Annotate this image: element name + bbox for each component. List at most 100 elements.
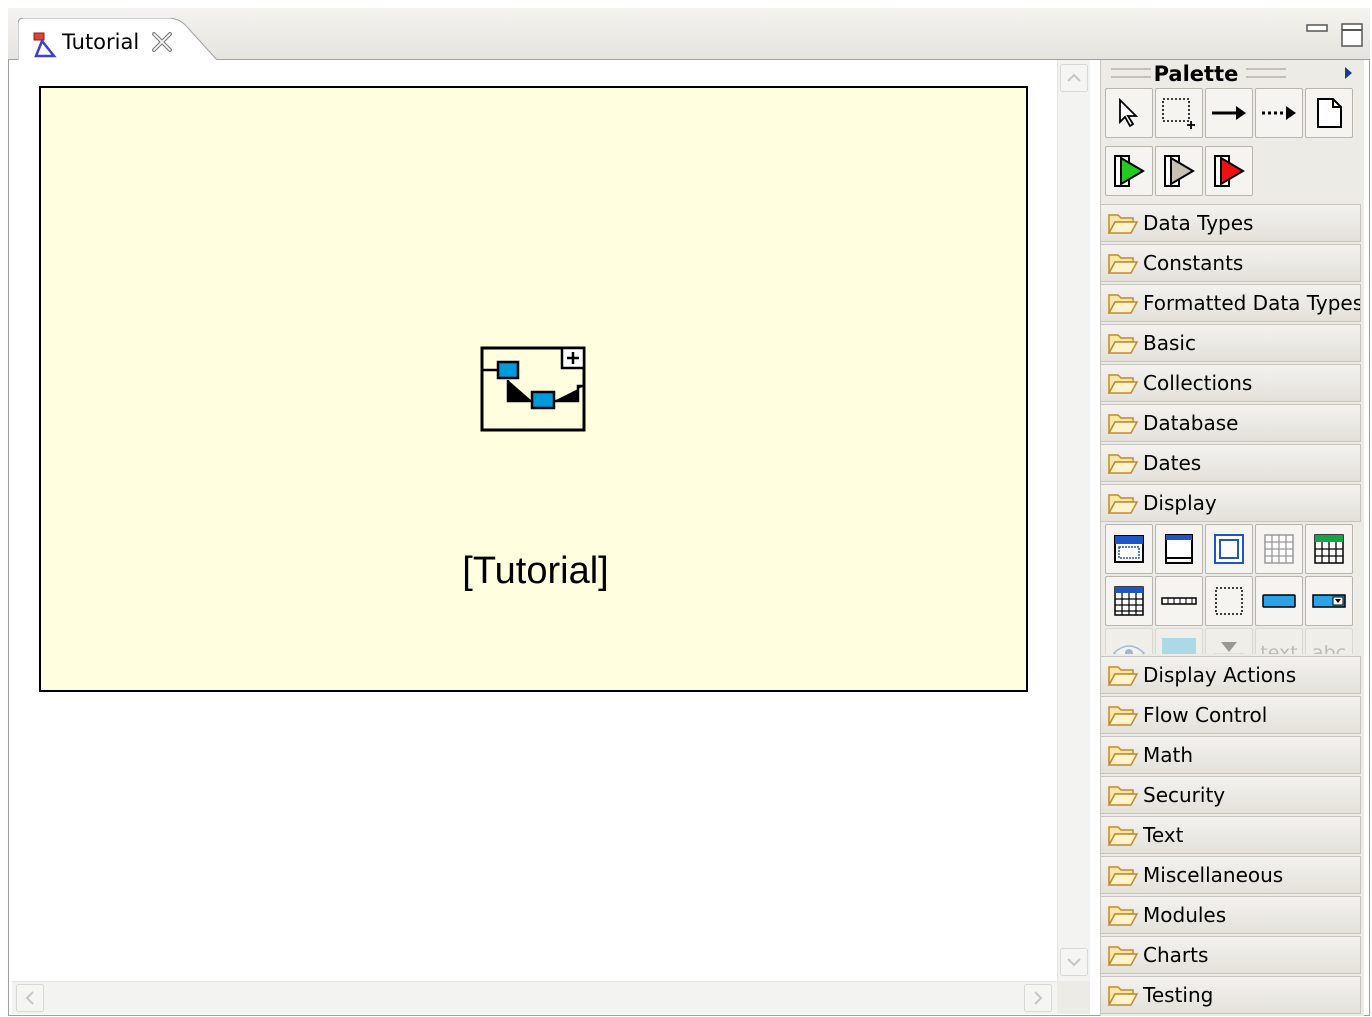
drawer-label: Display	[1143, 491, 1217, 515]
marquee-tool-button[interactable]	[1155, 88, 1203, 138]
dropdown-tool-button[interactable]	[1305, 576, 1353, 626]
drawer-display-actions[interactable]: Display Actions	[1101, 656, 1361, 694]
drawer-data-types[interactable]: Data Types	[1101, 204, 1361, 242]
folder-icon	[1107, 666, 1139, 686]
window-icon	[1114, 535, 1144, 563]
folder-icon	[1107, 414, 1139, 434]
chevron-down-icon	[1067, 958, 1081, 967]
drawer-basic[interactable]: Basic	[1101, 324, 1361, 362]
drawer-label: Basic	[1143, 331, 1196, 355]
drawer-database[interactable]: Database	[1101, 404, 1361, 442]
abc-tool-label: abc	[1311, 642, 1347, 654]
close-icon[interactable]	[150, 30, 174, 54]
drawer-text[interactable]: Text	[1101, 816, 1361, 854]
text-tool-button[interactable]: text	[1255, 628, 1303, 654]
drawer-display[interactable]: Display	[1101, 484, 1361, 522]
collapse-arrow-icon[interactable]	[1342, 65, 1354, 81]
folder-icon	[1107, 946, 1139, 966]
tab-tutorial[interactable]: Tutorial	[18, 18, 218, 61]
dotted-connection-icon	[1262, 106, 1296, 120]
label-dropdown-tool-button[interactable]	[1205, 628, 1253, 654]
eye-tool-button[interactable]	[1105, 628, 1153, 654]
drawer-math[interactable]: Math	[1101, 736, 1361, 774]
table-grid-tool-button[interactable]	[1105, 576, 1153, 626]
drawer-security[interactable]: Security	[1101, 776, 1361, 814]
frame-icon	[1165, 534, 1193, 564]
palette: Palette Data Types Constants Formatted D…	[1100, 60, 1364, 1016]
frame-tool-button[interactable]	[1155, 524, 1203, 574]
grid-tool-button[interactable]	[1255, 524, 1303, 574]
drawer-label: Collections	[1143, 371, 1253, 395]
drawer-testing[interactable]: Testing	[1101, 976, 1361, 1014]
drawer-label: Math	[1143, 743, 1194, 767]
folder-icon	[1107, 494, 1139, 514]
dotted-box-icon	[1215, 587, 1243, 615]
select-tool-button[interactable]	[1105, 88, 1153, 138]
scroll-up-button[interactable]	[1060, 64, 1088, 92]
button-tool-button[interactable]	[1255, 576, 1303, 626]
table-icon	[1314, 534, 1344, 564]
scroll-down-button[interactable]	[1060, 948, 1088, 976]
chevron-up-icon	[1067, 73, 1081, 82]
folder-icon	[1107, 254, 1139, 274]
drawer-label: Dates	[1143, 451, 1202, 475]
editor-tab-strip: Tutorial	[8, 8, 1370, 61]
display-tools-row-partial: text abc	[1105, 628, 1353, 654]
folder-icon	[1107, 866, 1139, 886]
folder-icon	[1107, 334, 1139, 354]
horizontal-scrollbar[interactable]	[12, 981, 1057, 1014]
drawer-miscellaneous[interactable]: Miscellaneous	[1101, 856, 1361, 894]
drawer-label: Flow Control	[1143, 703, 1268, 727]
scroll-left-button[interactable]	[16, 984, 44, 1012]
grid-icon	[1264, 534, 1294, 564]
folder-icon	[1107, 826, 1139, 846]
drawer-label: Text	[1143, 823, 1184, 847]
palette-header[interactable]: Palette	[1101, 60, 1365, 88]
table-grid-icon	[1114, 586, 1144, 616]
note-tool-button[interactable]	[1305, 88, 1353, 138]
grip-right	[1246, 68, 1286, 78]
window-tool-button[interactable]	[1105, 524, 1153, 574]
folder-icon	[1107, 294, 1139, 314]
drawer-collections[interactable]: Collections	[1101, 364, 1361, 402]
chevron-right-icon	[1034, 991, 1043, 1005]
solid-connection-icon	[1212, 106, 1246, 120]
scroll-right-button[interactable]	[1024, 984, 1052, 1012]
drawer-formatted-data-types[interactable]: Formatted Data Types	[1101, 284, 1361, 322]
drawer-constants[interactable]: Constants	[1101, 244, 1361, 282]
table-tool-button[interactable]	[1305, 524, 1353, 574]
drawer-label: Miscellaneous	[1143, 863, 1284, 887]
eye-icon	[1112, 645, 1146, 654]
maximize-icon[interactable]	[1340, 22, 1364, 48]
stop-tool-button[interactable]	[1205, 146, 1253, 196]
drawer-flow-control[interactable]: Flow Control	[1101, 696, 1361, 734]
stop-red-icon	[1214, 155, 1245, 187]
drawer-modules[interactable]: Modules	[1101, 896, 1361, 934]
panel-tool-button[interactable]	[1205, 524, 1253, 574]
drawer-label: Formatted Data Types	[1143, 291, 1360, 315]
image-tool-button[interactable]	[1155, 628, 1203, 654]
folder-icon	[1107, 906, 1139, 926]
folder-icon	[1107, 214, 1139, 234]
drawer-label: Charts	[1143, 943, 1209, 967]
abc-tool-button[interactable]: abc	[1305, 628, 1353, 654]
dotted-connection-tool-button[interactable]	[1255, 88, 1303, 138]
connection-tool-button[interactable]	[1205, 88, 1253, 138]
image-icon	[1162, 638, 1196, 654]
drawer-dates[interactable]: Dates	[1101, 444, 1361, 482]
step-tool-button[interactable]	[1155, 146, 1203, 196]
diagram-node[interactable]: [Tutorial]	[39, 86, 1028, 692]
vertical-scrollbar[interactable]	[1057, 60, 1090, 981]
minimize-icon[interactable]	[1305, 22, 1329, 38]
start-tool-button[interactable]	[1105, 146, 1153, 196]
dotted-box-tool-button[interactable]	[1205, 576, 1253, 626]
label-dropdown-icon	[1213, 642, 1245, 654]
panel-icon	[1214, 534, 1244, 564]
folder-icon	[1107, 706, 1139, 726]
drawer-charts[interactable]: Charts	[1101, 936, 1361, 974]
folder-icon	[1107, 746, 1139, 766]
diagram-canvas[interactable]: [Tutorial]	[12, 60, 1057, 980]
button-icon	[1262, 594, 1296, 608]
dropdown-icon	[1312, 594, 1346, 608]
separator-tool-button[interactable]	[1155, 576, 1203, 626]
